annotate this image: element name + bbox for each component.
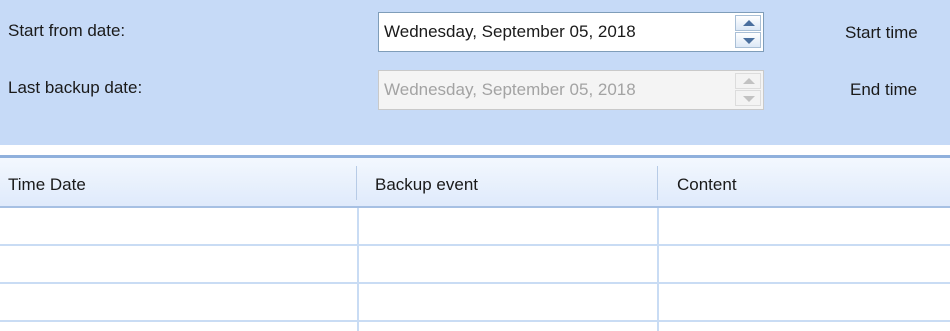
last-backup-spinner xyxy=(735,73,761,107)
filter-panel: Start from date: Wednesday, September 05… xyxy=(0,0,950,145)
end-time-label: End time xyxy=(850,80,918,99)
column-header-backup-event[interactable]: Backup event xyxy=(375,175,478,195)
start-date-spinner[interactable] xyxy=(735,15,761,49)
last-backup-date-value: Wednesday, September 05, 2018 xyxy=(384,80,636,99)
start-from-date-value[interactable]: Wednesday, September 05, 2018 xyxy=(384,22,732,42)
column-header-time-date[interactable]: Time Date xyxy=(8,175,86,195)
cell-divider xyxy=(357,208,359,331)
spin-up-button[interactable] xyxy=(735,15,761,31)
column-divider[interactable] xyxy=(356,166,357,200)
column-divider[interactable] xyxy=(657,166,658,200)
last-backup-date-label: Last backup date: xyxy=(8,78,143,97)
spin-down-button-disabled xyxy=(735,90,761,106)
arrow-down-icon xyxy=(743,96,755,102)
last-backup-date-picker: Wednesday, September 05, 2018 xyxy=(378,70,764,110)
table-row[interactable] xyxy=(0,284,950,322)
start-time-label: Start time xyxy=(845,23,918,42)
grid-header: Time Date Backup event Content xyxy=(0,158,950,208)
panel-spacer xyxy=(0,145,950,155)
start-from-date-label: Start from date: xyxy=(8,21,126,40)
column-header-content[interactable]: Content xyxy=(677,175,737,195)
arrow-down-icon xyxy=(743,38,755,44)
spin-down-button[interactable] xyxy=(735,32,761,48)
cell-divider xyxy=(657,208,659,331)
table-row[interactable] xyxy=(0,208,950,246)
arrow-up-icon xyxy=(743,20,755,26)
arrow-up-icon xyxy=(743,78,755,84)
spin-up-button-disabled xyxy=(735,73,761,89)
table-row[interactable] xyxy=(0,246,950,284)
start-from-date-picker[interactable]: Wednesday, September 05, 2018 xyxy=(378,12,764,52)
